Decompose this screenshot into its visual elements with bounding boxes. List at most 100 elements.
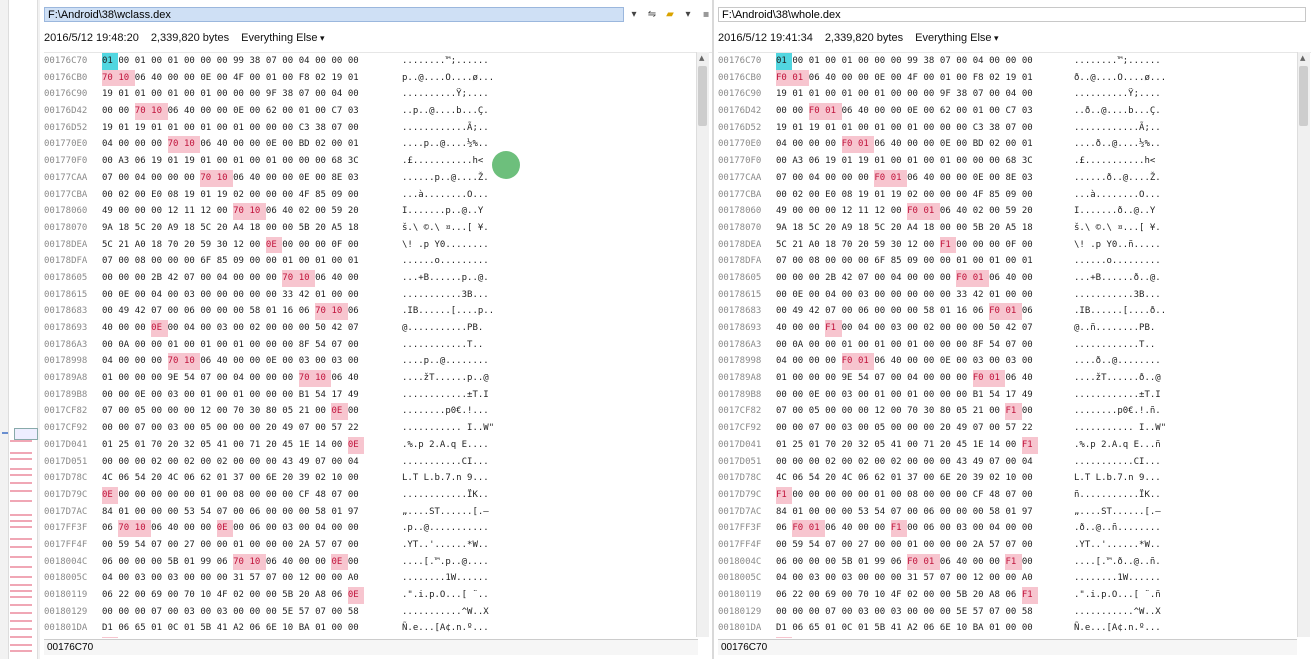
hex-byte[interactable]: 00 xyxy=(250,420,266,437)
hex-byte[interactable]: 01 xyxy=(266,153,282,170)
row-ascii[interactable]: ............T.. xyxy=(1074,337,1155,354)
hex-byte[interactable]: 06 xyxy=(250,504,266,521)
hex-byte[interactable]: 03 xyxy=(168,420,184,437)
hex-byte[interactable]: 02 xyxy=(118,187,134,204)
hex-byte[interactable]: 43 xyxy=(956,454,972,471)
hex-byte[interactable]: 06 xyxy=(940,554,956,571)
hex-byte[interactable]: 00 xyxy=(1005,437,1021,454)
hex-byte[interactable]: 00 xyxy=(217,370,233,387)
hex-byte[interactable]: 00 xyxy=(825,420,841,437)
hex-byte[interactable]: 01 xyxy=(135,437,151,454)
hex-byte[interactable]: 00 xyxy=(331,437,347,454)
hex-byte[interactable]: 00 xyxy=(266,170,282,187)
hex-byte[interactable]: 38 xyxy=(282,86,298,103)
hex-byte[interactable]: 07 xyxy=(266,53,282,70)
hex-byte[interactable]: 01 xyxy=(940,153,956,170)
hex-byte[interactable]: 70 xyxy=(315,303,332,321)
hex-byte[interactable]: 00 xyxy=(151,487,167,504)
hex-byte[interactable]: 02 xyxy=(315,470,331,487)
row-bytes[interactable]: 01 00 00 00 9E 54 07 00 04 00 00 00 F0 01 06 40 xyxy=(776,370,1038,387)
hex-byte[interactable]: 00 xyxy=(956,337,972,354)
hex-byte[interactable]: 06 xyxy=(776,554,792,571)
hex-row[interactable]: 0017D7AC 84 01 00 00 00 53 54 07 00 06 00 00 00 58 01 97… xyxy=(44,504,712,521)
hex-byte[interactable]: 01 xyxy=(200,387,216,404)
hex-byte[interactable]: 04 xyxy=(102,353,118,370)
hex-byte[interactable]: 00 xyxy=(1022,637,1038,638)
row-ascii[interactable]: ...........^W..X xyxy=(402,604,489,621)
hex-byte[interactable]: 12 xyxy=(168,203,184,220)
hex-byte[interactable]: 00 xyxy=(874,520,890,537)
hex-byte[interactable]: 01 xyxy=(825,120,841,137)
hex-byte[interactable]: 40 xyxy=(217,136,233,153)
hex-byte[interactable]: 00 xyxy=(891,303,907,320)
hex-byte[interactable]: 00 xyxy=(825,554,841,571)
hex-byte[interactable]: 57 xyxy=(299,604,315,621)
hex-byte[interactable]: 00 xyxy=(233,353,249,370)
hex-byte[interactable]: C7 xyxy=(1005,103,1021,120)
hex-byte[interactable]: 00 xyxy=(825,53,841,70)
hex-byte[interactable]: 00 xyxy=(250,454,266,471)
hex-byte[interactable]: 97 xyxy=(348,504,364,521)
row-bytes[interactable]: 00 49 42 07 00 06 00 00 00 58 01 16 06 70 10 06 xyxy=(102,303,364,321)
hex-byte[interactable]: 00 xyxy=(842,454,858,471)
hex-row[interactable]: 001789B8 00 00 0E 00 03 00 01 00 01 00 00 00 B1 54 17 49… xyxy=(718,387,1311,404)
hex-byte[interactable]: 00 xyxy=(266,537,282,554)
hex-byte[interactable]: 01 xyxy=(956,253,972,270)
right-scroll-thumb[interactable] xyxy=(1299,66,1308,126)
hex-byte[interactable]: 01 xyxy=(1022,253,1038,270)
hex-byte[interactable]: 07 xyxy=(776,170,792,187)
hex-byte[interactable]: 12 xyxy=(299,570,315,587)
hex-byte[interactable]: A4 xyxy=(907,220,923,237)
hex-byte[interactable]: 00 xyxy=(1022,270,1038,287)
hex-byte[interactable]: 19 xyxy=(809,120,825,137)
row-ascii[interactable]: .£...........h< xyxy=(1074,153,1155,170)
hex-byte[interactable]: 06 xyxy=(200,136,216,153)
hex-byte[interactable]: 06 xyxy=(858,470,874,487)
hex-byte[interactable]: 03 xyxy=(1005,353,1021,370)
hex-byte[interactable]: 00 xyxy=(315,53,331,70)
hex-byte[interactable]: 01 xyxy=(874,86,890,103)
hex-row[interactable]: 00176C70 01 00 01 00 01 00 00 00 99 38 07 00 04 00 00 00… xyxy=(44,53,712,70)
hex-byte[interactable]: 00 xyxy=(250,253,266,270)
hex-byte[interactable]: 18 xyxy=(858,220,874,237)
hex-byte[interactable]: F1 xyxy=(776,486,793,504)
left-scroll-thumb[interactable] xyxy=(698,66,707,126)
hex-byte[interactable]: 00 xyxy=(331,620,347,637)
hex-byte[interactable]: 39 xyxy=(299,470,315,487)
hex-byte[interactable]: 00 xyxy=(874,570,890,587)
hex-byte[interactable]: 17 xyxy=(1005,387,1021,404)
hex-row[interactable]: 0018004C 06 00 00 00 5B 01 99 06 F0 01 06 40 00 00 F1 00… xyxy=(718,553,1311,571)
hex-byte[interactable]: 58 xyxy=(989,504,1005,521)
row-bytes[interactable]: 00 00 F0 01 06 40 00 00 0E 00 62 00 01 00 C7 03 xyxy=(776,103,1038,120)
hex-byte[interactable]: 18 xyxy=(250,220,266,237)
hex-byte[interactable]: 01 xyxy=(200,337,216,354)
hex-byte[interactable]: 18 xyxy=(825,237,841,254)
hex-byte[interactable]: 40 xyxy=(1022,370,1038,387)
hex-row[interactable]: 0018005C 04 00 03 00 03 00 00 00 31 57 07 00 12 00 00 A0… xyxy=(718,570,1311,587)
hex-byte[interactable]: 10 xyxy=(200,587,216,604)
hex-byte[interactable]: 00 xyxy=(233,270,249,287)
hex-byte[interactable]: 62 xyxy=(266,103,282,120)
row-bytes[interactable]: 00 00 0E 00 03 00 01 00 01 00 00 00 B1 54 17 49 xyxy=(102,387,364,404)
hex-byte[interactable]: 5E xyxy=(282,604,298,621)
hex-byte[interactable]: 00 xyxy=(809,320,825,337)
hex-byte[interactable]: 04 xyxy=(135,637,151,638)
hex-byte[interactable]: BA xyxy=(973,620,989,637)
hex-byte[interactable]: 06 xyxy=(825,520,841,537)
hex-byte[interactable]: F0 xyxy=(776,69,793,87)
hex-byte[interactable]: 01 xyxy=(874,120,890,137)
hex-byte[interactable]: 40 xyxy=(282,554,298,571)
hex-byte[interactable]: 04 xyxy=(809,170,825,187)
hex-byte[interactable]: 01 xyxy=(118,86,134,103)
hex-byte[interactable]: 04 xyxy=(776,570,792,587)
hex-byte[interactable]: 04 xyxy=(1022,454,1038,471)
hex-byte[interactable]: 00 xyxy=(233,320,249,337)
hex-byte[interactable]: 06 xyxy=(102,520,118,537)
hex-byte[interactable]: 00 xyxy=(776,187,792,204)
hex-byte[interactable]: 65 xyxy=(135,620,151,637)
hex-row[interactable]: 001801EAF1000400020002000000815707001700… xyxy=(718,637,1311,638)
hex-byte[interactable]: 01 xyxy=(233,337,249,354)
hex-byte[interactable]: 00 xyxy=(924,487,940,504)
hex-byte[interactable]: 01 xyxy=(858,620,874,637)
hex-byte[interactable]: 4C xyxy=(102,470,118,487)
